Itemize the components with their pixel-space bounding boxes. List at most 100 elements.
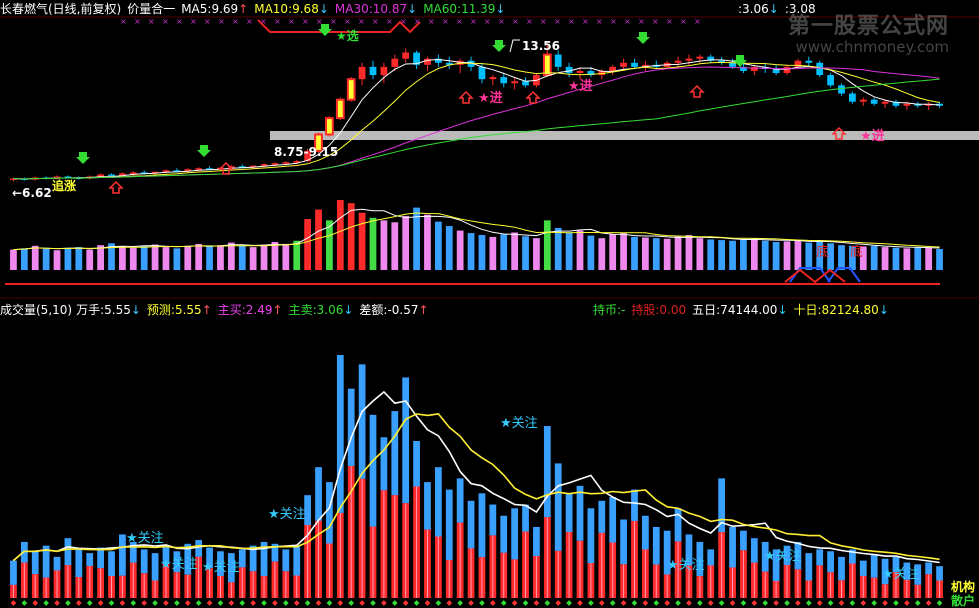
volume-bar bbox=[936, 249, 943, 270]
volume-bar bbox=[304, 219, 311, 270]
volume-tick bbox=[598, 600, 605, 606]
volume-tick bbox=[925, 600, 932, 606]
volume-tick bbox=[762, 600, 769, 606]
price-high-pointer bbox=[509, 39, 520, 53]
volume-sell-bar bbox=[554, 463, 562, 551]
volume-tick bbox=[413, 600, 420, 606]
volume-sell-bar bbox=[108, 551, 115, 577]
volume-tick bbox=[32, 600, 39, 606]
volume-bar bbox=[249, 247, 257, 270]
volume-sell-bar bbox=[445, 489, 453, 561]
volume-sell-bar bbox=[369, 414, 377, 527]
volume-bar bbox=[838, 245, 845, 270]
candle-body bbox=[129, 172, 137, 174]
volume-bar bbox=[347, 203, 355, 270]
volume-sell-bar bbox=[489, 504, 497, 536]
volume-tick bbox=[805, 600, 812, 606]
top-cross-mark: × bbox=[302, 17, 309, 26]
volume-bar bbox=[86, 249, 94, 270]
volume-sell-bar bbox=[816, 549, 824, 566]
top-cross-mark: × bbox=[456, 17, 463, 26]
volume-tick bbox=[261, 600, 267, 606]
volume-bar bbox=[685, 235, 693, 270]
volume-sell-bar bbox=[870, 555, 878, 578]
candle-body bbox=[424, 58, 431, 65]
volume-bar bbox=[620, 233, 627, 270]
top-cross-mark: × bbox=[442, 17, 449, 26]
top-cross-mark: × bbox=[526, 17, 533, 26]
volume-bar bbox=[42, 249, 50, 270]
volume-sell-bar bbox=[358, 364, 366, 479]
volume-sell-bar bbox=[53, 556, 61, 571]
volume-bar bbox=[598, 238, 606, 270]
volume-bar bbox=[129, 247, 137, 270]
vol-sell: 主卖:3.06 bbox=[288, 303, 344, 317]
candle-body bbox=[881, 101, 889, 104]
volume-tick bbox=[871, 600, 878, 606]
volume-tick bbox=[152, 600, 158, 606]
volume-bar bbox=[315, 209, 322, 270]
volume-sell-bar bbox=[326, 482, 333, 544]
volume-sell-bar bbox=[565, 493, 573, 533]
buy-in-label-1: ★进 bbox=[478, 91, 503, 106]
volume-tick bbox=[424, 600, 431, 606]
volume-sell-bar bbox=[587, 508, 595, 564]
top-cross-mark: × bbox=[694, 17, 701, 26]
volume-sell-bar bbox=[119, 534, 126, 576]
candle-body bbox=[827, 75, 834, 86]
top-cross-mark: × bbox=[680, 17, 687, 26]
volume-tick bbox=[250, 600, 256, 606]
watch-label: ★关注 bbox=[202, 560, 240, 575]
volume-bar bbox=[892, 247, 900, 270]
top-cross-mark: × bbox=[120, 17, 127, 26]
volume-header-right: 持币:- 持股:0.00 五日:74144.00↓ 十日:82124.80↓ bbox=[593, 302, 895, 318]
retail-label: 散户 bbox=[951, 593, 975, 608]
buy-signal-icon bbox=[636, 32, 650, 44]
volume-bar bbox=[881, 247, 889, 270]
buy-signal-icon bbox=[492, 40, 506, 52]
volume-sell-bar bbox=[31, 551, 39, 575]
top-cross-mark: × bbox=[148, 17, 155, 26]
top-cross-mark: × bbox=[512, 17, 519, 26]
bottom-label-1: 底 bbox=[816, 244, 829, 260]
volume-tick bbox=[479, 600, 485, 606]
volume-tick bbox=[97, 600, 104, 606]
volume-sell-bar bbox=[543, 426, 551, 518]
top-cross-mark: × bbox=[386, 17, 393, 26]
volume-bar bbox=[870, 245, 878, 270]
volume-tick bbox=[511, 600, 518, 606]
volume-sell-bar bbox=[652, 526, 660, 565]
top-cross-mark: × bbox=[554, 17, 561, 26]
price-low-label: ←6.62 bbox=[12, 186, 52, 200]
volume-tick bbox=[522, 600, 529, 606]
vol-forecast: 预测:5.55 bbox=[146, 303, 202, 317]
volume-bar bbox=[445, 226, 453, 270]
sell-signal-icon bbox=[525, 90, 541, 104]
volume-tick bbox=[784, 600, 790, 606]
volume-tick bbox=[904, 600, 910, 606]
volume-bar bbox=[587, 235, 595, 270]
volume-tick bbox=[686, 600, 692, 606]
volume-bar bbox=[391, 222, 399, 270]
right-value-1: :3.06 bbox=[738, 2, 769, 16]
volume-tick bbox=[773, 600, 779, 606]
volume-tick bbox=[272, 600, 278, 606]
top-cross-mark: × bbox=[372, 17, 379, 26]
top-cross-mark: × bbox=[246, 17, 253, 26]
volume-bar bbox=[20, 248, 28, 270]
volume-bar bbox=[336, 200, 344, 270]
volume-bar bbox=[489, 236, 497, 270]
candle-body bbox=[849, 93, 856, 102]
volume-tick bbox=[86, 600, 93, 606]
volume-sell-bar bbox=[151, 553, 159, 581]
candle-body bbox=[750, 66, 758, 71]
volume-tick bbox=[326, 600, 333, 606]
candle-body bbox=[162, 170, 170, 172]
candle-body bbox=[108, 174, 115, 176]
volume-sell-bar bbox=[598, 500, 606, 533]
ma10-arrow: ↓ bbox=[318, 2, 329, 16]
hold-coin: 持币:- bbox=[593, 303, 626, 317]
candle-body bbox=[402, 52, 410, 59]
top-cross-mark: × bbox=[624, 17, 631, 26]
candle-body bbox=[816, 62, 824, 76]
